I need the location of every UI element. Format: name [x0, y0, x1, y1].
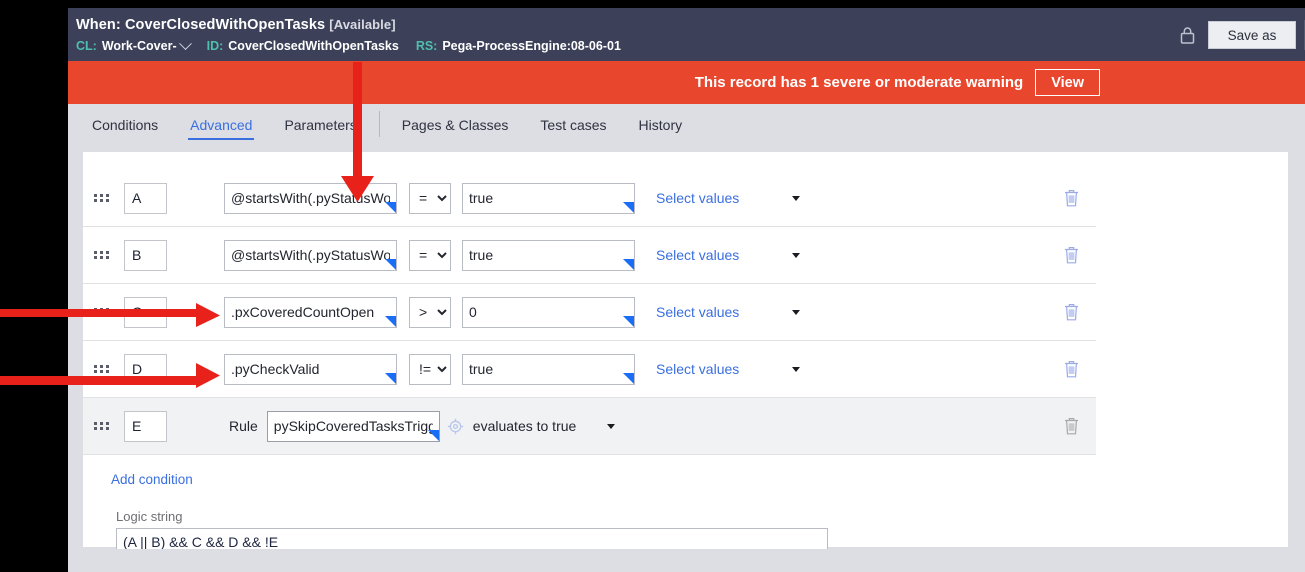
trash-icon[interactable] — [1063, 359, 1080, 379]
condition-label-input[interactable] — [124, 296, 167, 328]
select-values-link[interactable]: Select values — [656, 190, 739, 206]
condition-right-value: 0 — [469, 304, 477, 320]
condition-right-field[interactable]: 0 — [462, 296, 635, 328]
header-meta: CL: Work-Cover- ID: CoverClosedWithOpenT… — [76, 37, 1305, 55]
warning-banner: This record has 1 severe or moderate war… — [68, 61, 1305, 104]
trash-icon[interactable] — [1063, 416, 1080, 436]
title-status: [Available] — [329, 17, 396, 32]
tab-conditions[interactable]: Conditions — [76, 117, 174, 142]
id-value: CoverClosedWithOpenTasks — [228, 39, 399, 53]
condition-right-field[interactable]: true — [462, 182, 635, 214]
rule-form-window: When: CoverClosedWithOpenTasks [Availabl… — [68, 8, 1305, 572]
page-title: When: CoverClosedWithOpenTasks [Availabl… — [76, 15, 1305, 35]
trash-icon[interactable] — [1063, 245, 1080, 265]
evaluates-to-label: evaluates to true — [472, 418, 577, 434]
warning-message: This record has 1 severe or moderate war… — [694, 74, 1024, 91]
condition-label-input[interactable] — [124, 182, 167, 214]
table-row: .pxCoveredCountOpen > 0 Select values — [83, 284, 1096, 341]
chevron-down-icon[interactable] — [792, 309, 801, 315]
condition-left-value: .pyCheckValid — [231, 361, 320, 377]
select-values-link[interactable]: Select values — [656, 247, 739, 263]
condition-right-value: true — [469, 247, 494, 263]
condition-left-value: @startsWith(.pyStatusWo — [231, 247, 390, 263]
logic-string-label: Logic string — [116, 509, 183, 524]
chevron-down-icon[interactable] — [792, 366, 801, 372]
condition-rows: @startsWith(.pyStatusWo = true Select va… — [83, 170, 1096, 455]
title-name: CoverClosedWithOpenTasks — [124, 17, 326, 33]
select-values-link[interactable]: Select values — [656, 304, 739, 320]
lock-icon[interactable] — [1179, 26, 1196, 45]
table-row: .pyCheckValid != true Select values — [83, 341, 1096, 398]
view-warning-button[interactable]: View — [1035, 69, 1100, 96]
title-prefix: When: — [76, 17, 121, 33]
rule-name-value: pySkipCoveredTasksTrigg — [273, 418, 433, 434]
select-values-link[interactable]: Select values — [656, 361, 739, 377]
table-row: @startsWith(.pyStatusWo = true Select va… — [83, 227, 1096, 284]
rule-name-field[interactable]: pySkipCoveredTasksTrigg — [266, 410, 440, 442]
table-row: @startsWith(.pyStatusWo = true Select va… — [83, 170, 1096, 227]
form-body: @startsWith(.pyStatusWo = true Select va… — [68, 142, 1305, 572]
tab-separator — [378, 111, 380, 137]
condition-left-field[interactable]: .pxCoveredCountOpen — [224, 296, 397, 328]
drag-handle-icon[interactable] — [94, 422, 110, 430]
condition-right-field[interactable]: true — [462, 239, 635, 271]
header-actions: Save as — [1179, 20, 1305, 50]
condition-left-value: @startsWith(.pyStatusWo — [231, 190, 390, 206]
condition-operator-select[interactable]: != — [409, 353, 451, 385]
tab-test-cases[interactable]: Test cases — [524, 117, 622, 142]
condition-right-value: true — [469, 361, 494, 377]
condition-left-field[interactable]: .pyCheckValid — [224, 353, 397, 385]
condition-label-input[interactable] — [124, 410, 167, 442]
condition-label-input[interactable] — [124, 353, 167, 385]
table-row: Rule pySkipCoveredTasksTrigg evaluates t… — [83, 398, 1096, 455]
drag-handle-icon[interactable] — [94, 308, 110, 316]
condition-operator-select[interactable]: > — [409, 296, 451, 328]
condition-left-value: .pxCoveredCountOpen — [231, 304, 375, 320]
condition-label-input[interactable] — [124, 239, 167, 271]
advanced-panel: @startsWith(.pyStatusWo = true Select va… — [83, 152, 1288, 556]
form-footer — [68, 549, 1305, 572]
crosshair-icon[interactable] — [447, 418, 464, 435]
condition-left-field[interactable]: @startsWith(.pyStatusWo — [224, 239, 397, 271]
chevron-down-icon[interactable] — [792, 195, 801, 201]
drag-handle-icon[interactable] — [94, 194, 110, 202]
condition-right-field[interactable]: true — [462, 353, 635, 385]
form-header: When: CoverClosedWithOpenTasks [Availabl… — [68, 8, 1305, 61]
trash-icon[interactable] — [1063, 188, 1080, 208]
tab-pages-and-classes[interactable]: Pages & Classes — [386, 117, 525, 142]
condition-operator-select[interactable]: = — [409, 239, 451, 271]
ruleset-label: RS: — [415, 39, 438, 53]
tab-parameters[interactable]: Parameters — [268, 117, 372, 142]
trash-icon[interactable] — [1063, 302, 1080, 322]
class-value: Work-Cover- — [101, 39, 177, 53]
chevron-down-icon[interactable] — [792, 252, 801, 258]
tab-bar: Conditions Advanced Parameters Pages & C… — [68, 104, 1305, 142]
condition-operator-select[interactable]: = — [409, 182, 451, 214]
rule-label: Rule — [229, 418, 258, 434]
screenshot-root: When: CoverClosedWithOpenTasks [Availabl… — [0, 0, 1305, 572]
id-label: ID: — [206, 39, 224, 53]
drag-handle-icon[interactable] — [94, 251, 110, 259]
add-condition-link[interactable]: Add condition — [111, 472, 193, 487]
drag-handle-icon[interactable] — [94, 365, 110, 373]
condition-right-value: true — [469, 190, 494, 206]
chevron-down-icon[interactable] — [178, 37, 192, 51]
chevron-down-icon[interactable] — [607, 423, 616, 429]
ruleset-value: Pega-ProcessEngine:08-06-01 — [442, 39, 621, 53]
condition-left-field[interactable]: @startsWith(.pyStatusWo — [224, 182, 397, 214]
class-label: CL: — [76, 39, 97, 53]
save-as-button[interactable]: Save as — [1208, 21, 1296, 49]
tab-advanced[interactable]: Advanced — [174, 117, 268, 142]
tab-history[interactable]: History — [623, 117, 699, 142]
